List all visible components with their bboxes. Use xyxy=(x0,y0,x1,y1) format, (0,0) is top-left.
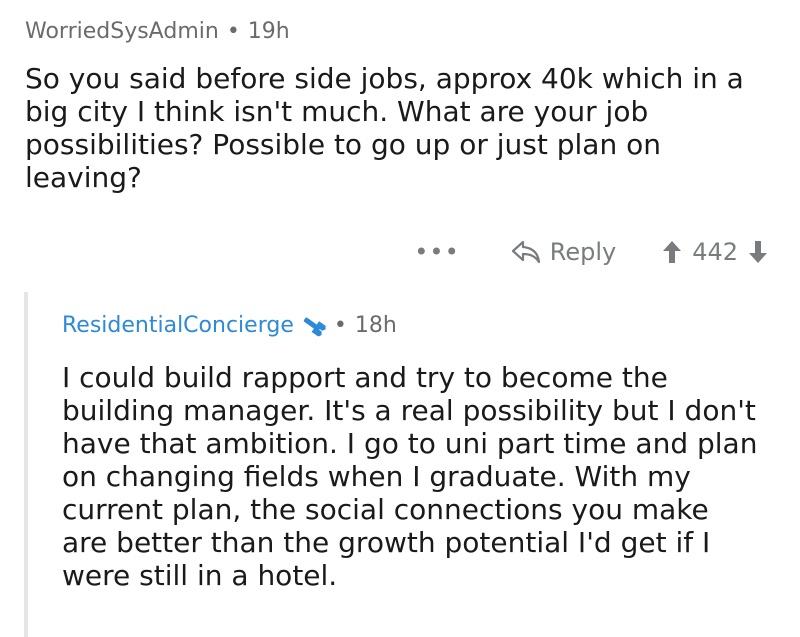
comment-age: 19h xyxy=(247,18,290,44)
vote-score: 442 xyxy=(692,238,738,266)
more-options-button[interactable]: ••• xyxy=(414,238,459,266)
wrench-icon xyxy=(300,313,328,337)
meta-separator: • xyxy=(333,312,347,338)
reply-meta: ResidentialConcierge • 18h xyxy=(62,307,782,343)
comment-body: So you said before side jobs, approx 40k… xyxy=(25,62,744,194)
comment-actions: ••• Reply 442 xyxy=(414,232,768,272)
reply-label: Reply xyxy=(549,238,617,266)
meta-separator: • xyxy=(226,18,240,44)
reply-arrow-icon xyxy=(511,241,540,263)
thread-line[interactable] xyxy=(24,292,28,637)
reply-comment: ResidentialConcierge • 18h I could build… xyxy=(62,307,782,593)
parent-comment: WorriedSysAdmin • 19h So you said before… xyxy=(25,14,785,195)
downvote-button[interactable] xyxy=(748,240,768,264)
reply-button[interactable]: Reply xyxy=(511,238,617,266)
reply-body: I could build rapport and try to become … xyxy=(62,361,758,592)
reply-age: 18h xyxy=(354,312,397,338)
upvote-button[interactable] xyxy=(662,240,682,264)
comment-meta: WorriedSysAdmin • 19h xyxy=(25,14,785,48)
arrow-up-icon xyxy=(663,241,682,263)
arrow-down-icon xyxy=(749,241,767,263)
comment-author[interactable]: WorriedSysAdmin xyxy=(25,19,219,44)
reply-author[interactable]: ResidentialConcierge xyxy=(62,313,294,338)
